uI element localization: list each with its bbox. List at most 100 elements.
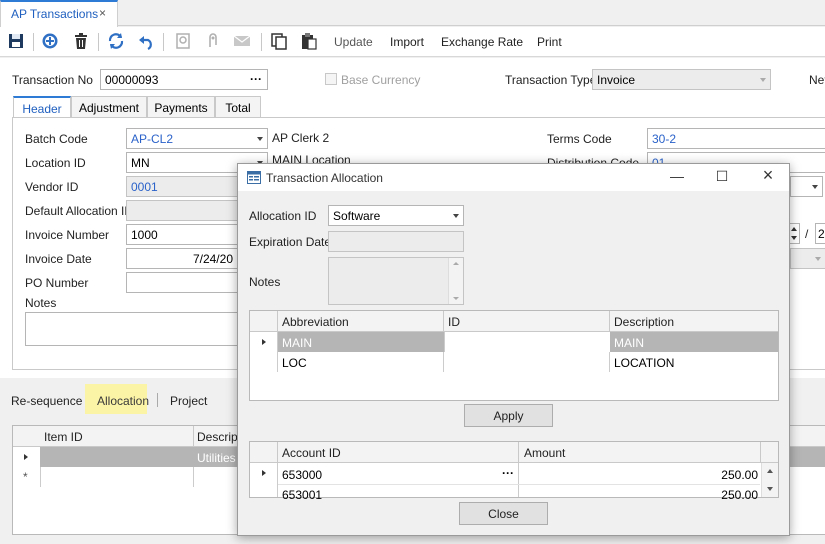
undo-icon[interactable] [137,32,155,50]
tab-project[interactable]: Project [170,394,207,408]
allocation-id-select[interactable]: Software [328,205,464,226]
account-id-cell[interactable]: 653000 [282,468,322,482]
terms-code-select[interactable]: 30-2 [647,128,825,149]
transaction-type-value: Invoice [597,73,636,87]
apply-button[interactable]: Apply [464,404,553,427]
notes-scrollbar[interactable] [448,258,463,304]
invoice-date-field[interactable]: 7/24/20 [126,248,238,269]
chevron-down-icon [812,185,818,189]
date-separator: / [805,227,809,241]
column-item-id[interactable]: Item ID [44,430,83,444]
toolbar-separator [33,33,34,51]
vendor-field[interactable]: 0001 [126,176,238,197]
description-cell[interactable]: LOCATION [614,356,674,370]
column-abbreviation[interactable]: Abbreviation [282,315,349,329]
transaction-type-label: Transaction Type [505,73,597,87]
right-partial-field[interactable]: 2 [815,223,825,244]
update-button[interactable]: Update [334,35,373,49]
minimize-icon[interactable]: — [662,168,692,188]
import-button[interactable]: Import [390,35,424,49]
delete-icon[interactable] [72,32,90,50]
account-id-cell[interactable]: 653001 [282,488,322,502]
batch-code-select[interactable]: AP-CL2 [126,128,268,149]
exchange-rate-button[interactable]: Exchange Rate [441,35,523,49]
dialog-notes-field[interactable] [328,257,464,305]
new-row-marker: * [23,470,28,484]
add-icon[interactable] [41,32,59,50]
transaction-no-value: 00000093 [105,73,159,87]
base-currency-checkbox[interactable] [325,73,337,85]
row-description: Utilities [197,451,236,465]
tab-adjustment[interactable]: Adjustment [71,96,147,118]
vendor-label: Vendor ID [25,180,79,194]
location-value: MN [131,156,150,170]
copy-icon[interactable] [270,32,288,50]
transaction-no-field[interactable]: 00000093 ··· [100,69,268,90]
right-select[interactable] [790,176,823,197]
amount-cell[interactable]: 250.00 [690,488,758,502]
transaction-no-label: Transaction No [12,73,93,87]
column-description[interactable]: Description [614,315,674,329]
column-id[interactable]: ID [448,315,460,329]
tab-resequence[interactable]: Re-sequence [11,394,82,408]
net-label: Net [809,73,825,87]
account-lookup-icon[interactable]: ··· [502,466,514,480]
print-button[interactable]: Print [537,35,562,49]
column-description[interactable]: Descript [197,430,241,444]
chevron-down-icon [815,257,821,261]
terms-code-label: Terms Code [547,132,612,146]
column-account-id[interactable]: Account ID [282,446,341,460]
transaction-type-select[interactable]: Invoice [592,69,771,90]
scroll-down-icon[interactable] [453,297,459,300]
invoice-number-field[interactable]: 1000 [126,224,238,245]
chevron-down-icon [453,214,459,218]
column-amount[interactable]: Amount [524,446,565,460]
abbreviation-cell[interactable]: LOC [282,356,307,370]
expiration-date-field[interactable] [328,231,464,252]
amount-cell[interactable]: 250.00 [690,468,758,482]
scroll-down-icon[interactable] [767,487,773,491]
table-row[interactable]: MAIN [278,332,444,352]
tab-header[interactable]: Header [13,96,71,118]
close-button[interactable]: Close [459,502,548,525]
scroll-up-icon[interactable] [767,469,773,473]
account-grid-header: Account ID Amount [250,442,778,463]
invoice-date-label: Invoice Date [25,252,92,266]
close-tab-icon[interactable]: × [99,6,106,20]
row-divider [40,467,41,487]
default-allocation-field[interactable] [126,200,238,221]
tab-allocation[interactable]: Allocation [97,394,149,408]
po-number-field[interactable] [126,272,238,293]
tab-payments[interactable]: Payments [147,96,215,118]
document-tabbar [0,0,825,26]
column-divider [609,311,610,332]
tab-total[interactable]: Total [215,96,261,118]
description-cell-row[interactable]: MAIN [610,332,778,352]
save-icon[interactable] [7,32,25,50]
spin-up-icon[interactable] [791,227,797,231]
location-label: Location ID [25,156,86,170]
dialog-titlebar[interactable]: Transaction Allocation — ☐ × [238,164,789,191]
column-divider [277,311,278,332]
batch-code-value: AP-CL2 [131,132,174,146]
row-indicator-icon [262,339,266,345]
refresh-icon[interactable] [107,32,125,50]
tab-ap-transactions[interactable]: AP Transactions × [0,0,118,27]
spin-down-icon[interactable] [791,236,797,240]
dialog-title: Transaction Allocation [266,171,383,185]
transaction-lookup-icon[interactable]: ··· [250,72,262,86]
scroll-up-icon[interactable] [453,262,459,265]
attach-icon [209,33,217,47]
column-divider [277,442,278,463]
close-icon[interactable]: × [753,165,783,185]
id-cell[interactable] [444,332,610,352]
column-divider [443,311,444,332]
notes-field[interactable] [25,312,238,346]
account-grid-scrollbar[interactable] [761,463,778,497]
search-icon [176,33,190,49]
maximize-icon[interactable]: ☐ [707,168,737,188]
row-divider [193,467,194,487]
right-gray-select[interactable] [790,248,825,269]
paste-icon[interactable] [300,32,318,50]
toolbar-separator [163,33,164,51]
